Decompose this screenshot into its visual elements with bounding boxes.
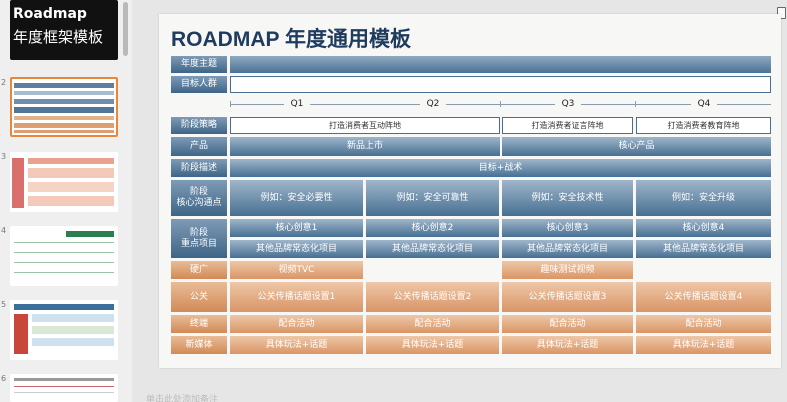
- thumb-number-3: 3: [1, 152, 7, 161]
- new-media-cell-4: 具体玩法+话题: [636, 336, 771, 354]
- thumb1-title-line1: Roadmap: [13, 6, 87, 22]
- thumb-number-6: 6: [1, 374, 7, 383]
- product-cell-1: 新品上市: [230, 137, 500, 156]
- slide-thumbnail-1[interactable]: Roadmap 年度框架模板: [10, 0, 118, 60]
- key-creative-cell-4: 核心创意4: [636, 219, 771, 237]
- key-creative-cell-2: 核心创意2: [366, 219, 499, 237]
- audience-box: [230, 76, 771, 93]
- row-label-audience: 目标人群: [171, 76, 227, 93]
- thumb1-title-line2: 年度框架模板: [13, 28, 104, 46]
- row-label-trade: 终端: [171, 315, 227, 333]
- ads-cell-2: 趣味测试视频: [502, 261, 633, 279]
- pr-cell-2: 公关传播话题设置2: [366, 282, 499, 312]
- core-message-cell-4: 例如：安全升级: [636, 180, 771, 216]
- quarter-label-q2: Q2: [420, 98, 446, 111]
- slide-thumbnail-panel: Roadmap 年度框架模板 2 3 4 5 6: [0, 0, 132, 402]
- slide-thumbnail-4[interactable]: [10, 226, 118, 286]
- strategy-cell-1: 打造消费者互动阵地: [230, 117, 500, 134]
- row-label-core-message: 阶段 核心沟通点: [171, 180, 227, 216]
- ads-cell-1: 视频TVC: [230, 261, 363, 279]
- new-media-cell-1: 具体玩法+话题: [230, 336, 363, 354]
- other-project-cell-1: 其他品牌常态化项目: [230, 240, 363, 258]
- trade-cell-4: 配合活动: [636, 315, 771, 333]
- notes-placeholder[interactable]: 单击此处添加备注: [146, 392, 218, 402]
- row-label-pr: 公关: [171, 282, 227, 312]
- row-label-new-media: 新媒体: [171, 336, 227, 354]
- other-project-cell-2: 其他品牌常态化项目: [366, 240, 499, 258]
- row-label-theme: 年度主题: [171, 56, 227, 73]
- core-message-cell-3: 例如：安全技术性: [502, 180, 633, 216]
- thumb-number-2: 2: [1, 78, 7, 87]
- pr-cell-4: 公关传播话题设置4: [636, 282, 771, 312]
- core-message-cell-1: 例如：安全必要性: [230, 180, 363, 216]
- quarter-tick: [230, 101, 231, 107]
- pr-cell-1: 公关传播话题设置1: [230, 282, 363, 312]
- theme-bar: [230, 56, 771, 73]
- quarter-label-q4: Q4: [691, 98, 717, 111]
- row-label-key-projects: 阶段 重点项目: [171, 219, 227, 258]
- quarter-tick: [635, 101, 636, 107]
- key-creative-cell-3: 核心创意3: [502, 219, 633, 237]
- thumb-number-5: 5: [1, 300, 7, 309]
- strategy-cell-3: 打造消费者教育阵地: [636, 117, 771, 134]
- other-project-cell-4: 其他品牌常态化项目: [636, 240, 771, 258]
- slide-thumbnail-5[interactable]: [10, 300, 118, 360]
- thumbnail-scrollbar[interactable]: [123, 2, 128, 56]
- quarter-label-q3: Q3: [555, 98, 581, 111]
- product-cell-2: 核心产品: [502, 137, 771, 156]
- row-label-ads: 硬广: [171, 261, 227, 279]
- trade-cell-1: 配合活动: [230, 315, 363, 333]
- trade-cell-3: 配合活动: [502, 315, 633, 333]
- slide-canvas[interactable]: ROADMAP 年度通用模板 年度主题 目标人群 Q1 Q2 Q3 Q4 阶段策…: [159, 14, 781, 368]
- key-creative-cell-1: 核心创意1: [230, 219, 363, 237]
- quarter-tick: [500, 101, 501, 107]
- row-label-strategy: 阶段策略: [171, 117, 227, 134]
- row-label-description: 阶段描述: [171, 159, 227, 177]
- row-label-product: 产品: [171, 137, 227, 156]
- pr-cell-3: 公关传播话题设置3: [502, 282, 633, 312]
- trade-cell-2: 配合活动: [366, 315, 499, 333]
- new-media-cell-2: 具体玩法+话题: [366, 336, 499, 354]
- slide-thumbnail-2[interactable]: [10, 77, 118, 137]
- other-project-cell-3: 其他品牌常态化项目: [502, 240, 633, 258]
- new-media-cell-3: 具体玩法+话题: [502, 336, 633, 354]
- slide-title: ROADMAP 年度通用模板: [171, 28, 411, 51]
- strategy-cell-2: 打造消费者证言阵地: [502, 117, 633, 134]
- slide-thumbnail-3[interactable]: [10, 152, 118, 212]
- thumb-number-4: 4: [1, 226, 7, 235]
- description-bar: 目标+战术: [230, 159, 771, 177]
- core-message-cell-2: 例如：安全可靠性: [366, 180, 499, 216]
- slide-thumbnail-6[interactable]: [10, 374, 118, 402]
- quarter-label-q1: Q1: [284, 98, 310, 111]
